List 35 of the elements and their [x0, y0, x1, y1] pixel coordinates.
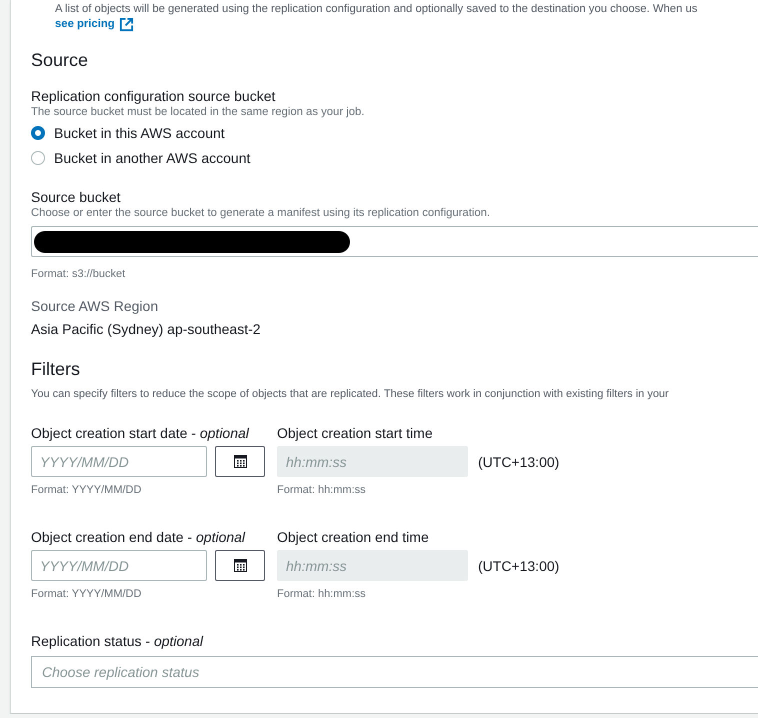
field-label: Object creation end date - optional	[31, 528, 246, 546]
radio-icon[interactable]	[31, 150, 45, 164]
bucket-input-field[interactable]	[31, 226, 758, 257]
calendar-icon	[234, 455, 246, 468]
date-input-field[interactable]: YYYY/MM/DD	[31, 550, 207, 581]
region-value: Asia Pacific (Sydney) ap-southeast-2	[31, 321, 262, 337]
timezone-label: (UTC+13:00)	[478, 558, 560, 574]
format-hint: Format: hh:mm:ss	[277, 483, 367, 498]
field-label: Object creation end time	[277, 528, 430, 546]
field-hint: Choose or enter the source bucket to generate a manifest using its replication configuration.	[31, 206, 492, 221]
field-label: Object creation start date - optional	[31, 424, 250, 442]
radio-option[interactable]: Bucket in this AWS account	[31, 120, 758, 145]
field-label: Object creation start time	[277, 424, 434, 442]
calendar-button[interactable]	[215, 446, 265, 477]
date-input-field[interactable]: YYYY/MM/DD	[31, 446, 207, 477]
section-heading: Filters	[31, 358, 81, 381]
field-label: Source bucket	[31, 188, 122, 206]
intro-text: A list of objects will be generated using the replication configuration and optionally saved to the destination you choose. When us	[55, 2, 698, 17]
radio-icon[interactable]	[31, 126, 45, 140]
filters-description: You can specify filters to reduce the scope of objects that are replicated. These filters work in conjunction with existing filters in your	[31, 387, 670, 402]
field-label: Source AWS Region	[31, 298, 160, 314]
radio-option[interactable]: Bucket in another AWS account	[31, 145, 758, 170]
field-label: Replication configuration source bucket	[31, 87, 276, 105]
field-label: Replication status - optional	[31, 632, 204, 650]
format-hint: Format: YYYY/MM/DD	[31, 483, 142, 498]
format-hint: Format: hh:mm:ss	[277, 587, 367, 602]
calendar-icon	[234, 559, 246, 572]
calendar-button[interactable]	[215, 550, 265, 581]
format-hint: Format: s3://bucket	[31, 267, 126, 282]
section-heading: Source	[31, 49, 90, 72]
format-hint: Format: YYYY/MM/DD	[31, 587, 142, 602]
field-hint: The source bucket must be located in the same region as your job.	[31, 105, 366, 120]
timezone-label: (UTC+13:00)	[478, 454, 560, 470]
external-link-icon	[118, 17, 134, 32]
pricing-link[interactable]: see pricing	[55, 17, 134, 32]
